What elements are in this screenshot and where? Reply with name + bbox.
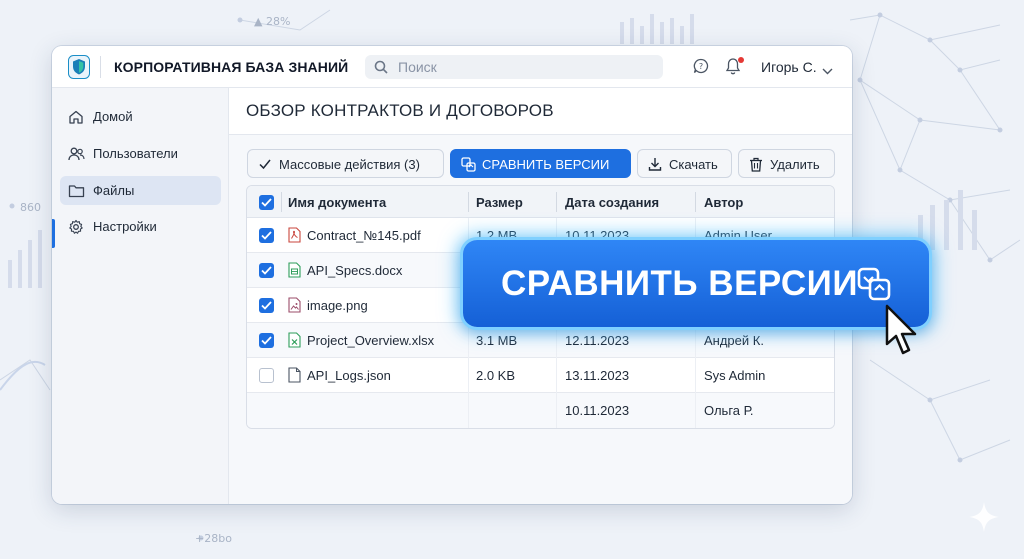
bg-stat-label: 860 bbox=[20, 201, 41, 214]
shield-icon bbox=[68, 55, 90, 79]
help-icon[interactable]: ? bbox=[693, 58, 709, 79]
trash-icon bbox=[749, 157, 763, 175]
users-icon bbox=[68, 146, 85, 165]
search-placeholder: Поиск bbox=[398, 59, 437, 75]
sparkle-icon bbox=[967, 500, 1001, 539]
column-divider bbox=[468, 192, 469, 212]
row-checkbox[interactable] bbox=[259, 228, 274, 243]
sidebar-item-home[interactable]: Домой bbox=[60, 102, 221, 131]
bulk-actions-button[interactable]: Массовые действия (3) bbox=[247, 149, 444, 178]
file-size: 2.0 KB bbox=[476, 368, 516, 383]
column-header-name[interactable]: Имя документа bbox=[288, 195, 386, 210]
delete-button[interactable]: Удалить bbox=[738, 149, 835, 178]
delete-label: Удалить bbox=[770, 157, 820, 172]
compare-versions-callout[interactable]: СРАВНИТЬ ВЕРСИИ bbox=[463, 240, 929, 327]
page-header: ОБЗОР КОНТРАКТОВ И ДОГОВОРОВ bbox=[229, 88, 852, 135]
table-row[interactable]: Project_Overview.xlsx 3.1 MB 12.11.2023 … bbox=[247, 323, 834, 358]
active-indicator bbox=[52, 219, 55, 248]
column-header-author[interactable]: Автор bbox=[704, 195, 743, 210]
compare-icon bbox=[856, 266, 892, 307]
file-date: 13.11.2023 bbox=[565, 368, 630, 383]
file-name: Project_Overview.xlsx bbox=[307, 333, 435, 348]
row-checkbox[interactable] bbox=[259, 368, 274, 383]
pdf-file-icon bbox=[288, 227, 301, 248]
sidebar-item-label: Настройки bbox=[93, 219, 157, 234]
file-name: image.png bbox=[307, 298, 368, 313]
file-author: Андрей К. bbox=[704, 333, 764, 348]
xlsx-file-icon bbox=[288, 332, 301, 353]
file-name: API_Specs.docx bbox=[307, 263, 403, 278]
table-header: Имя документа Размер Дата создания Автор bbox=[247, 186, 834, 218]
doc-file-icon bbox=[288, 262, 301, 283]
column-divider bbox=[556, 192, 557, 212]
file-date: 12.11.2023 bbox=[565, 333, 630, 348]
compare-versions-label: СРАВНИТЬ ВЕРСИИ bbox=[482, 157, 610, 172]
callout-label: СРАВНИТЬ ВЕРСИИ bbox=[501, 264, 858, 303]
sidebar-item-label: Файлы bbox=[93, 183, 135, 198]
home-icon bbox=[68, 109, 84, 128]
column-header-date[interactable]: Дата создания bbox=[565, 195, 659, 210]
table-row[interactable]: API_Logs.json 2.0 KB 13.11.2023 Sys Admi… bbox=[247, 358, 834, 393]
table-row[interactable]: 10.11.2023 Ольга Р. bbox=[247, 393, 834, 428]
file-size: 3.1 MB bbox=[476, 333, 518, 348]
search-input[interactable]: Поиск bbox=[365, 55, 663, 79]
column-divider bbox=[695, 192, 696, 212]
download-icon bbox=[648, 157, 662, 174]
search-icon bbox=[374, 60, 388, 79]
svg-text:?: ? bbox=[699, 62, 703, 71]
folder-icon bbox=[68, 183, 85, 201]
row-checkbox[interactable] bbox=[259, 263, 274, 278]
download-label: Скачать bbox=[669, 157, 718, 172]
row-checkbox[interactable] bbox=[259, 298, 274, 313]
file-author: Ольга Р. bbox=[704, 403, 754, 418]
sidebar-item-settings[interactable]: Настройки bbox=[60, 212, 221, 241]
download-button[interactable]: Скачать bbox=[637, 149, 732, 178]
file-icon bbox=[288, 367, 301, 388]
select-all-checkbox[interactable] bbox=[259, 195, 274, 210]
sidebar-item-label: Домой bbox=[93, 109, 133, 124]
divider bbox=[100, 56, 101, 78]
chevron-down-icon[interactable] bbox=[822, 62, 833, 80]
sidebar-item-files[interactable]: Файлы bbox=[60, 176, 221, 205]
sidebar: Домой Пользователи Файлы Настройки bbox=[52, 88, 229, 504]
top-bar: КОРПОРАТИВНАЯ БАЗА ЗНАНИЙ Поиск ? Игорь … bbox=[52, 46, 852, 88]
image-file-icon bbox=[288, 297, 301, 318]
user-menu[interactable]: Игорь С. bbox=[761, 59, 817, 75]
file-name: Contract_№145.pdf bbox=[307, 228, 421, 243]
column-header-size[interactable]: Размер bbox=[476, 195, 523, 210]
file-date: 10.11.2023 bbox=[565, 403, 630, 418]
cursor-icon bbox=[884, 304, 920, 363]
row-checkbox[interactable] bbox=[259, 333, 274, 348]
compare-icon bbox=[461, 157, 476, 175]
notification-badge bbox=[738, 57, 744, 63]
check-icon bbox=[258, 157, 272, 174]
bell-icon[interactable] bbox=[725, 57, 744, 75]
compare-versions-button[interactable]: СРАВНИТЬ ВЕРСИИ bbox=[450, 149, 631, 178]
bulk-actions-label: Массовые действия (3) bbox=[279, 157, 420, 172]
bg-stat-label: +28bo bbox=[195, 532, 232, 545]
page-title: ОБЗОР КОНТРАКТОВ И ДОГОВОРОВ bbox=[246, 101, 554, 120]
file-author: Sys Admin bbox=[704, 368, 766, 383]
gear-icon bbox=[68, 219, 84, 238]
column-divider bbox=[281, 192, 282, 212]
app-title: КОРПОРАТИВНАЯ БАЗА ЗНАНИЙ bbox=[114, 59, 349, 75]
file-name: API_Logs.json bbox=[307, 368, 391, 383]
sidebar-item-users[interactable]: Пользователи bbox=[60, 139, 221, 168]
sidebar-item-label: Пользователи bbox=[93, 146, 178, 161]
bg-stat-label: ▲ 28% bbox=[254, 15, 291, 28]
